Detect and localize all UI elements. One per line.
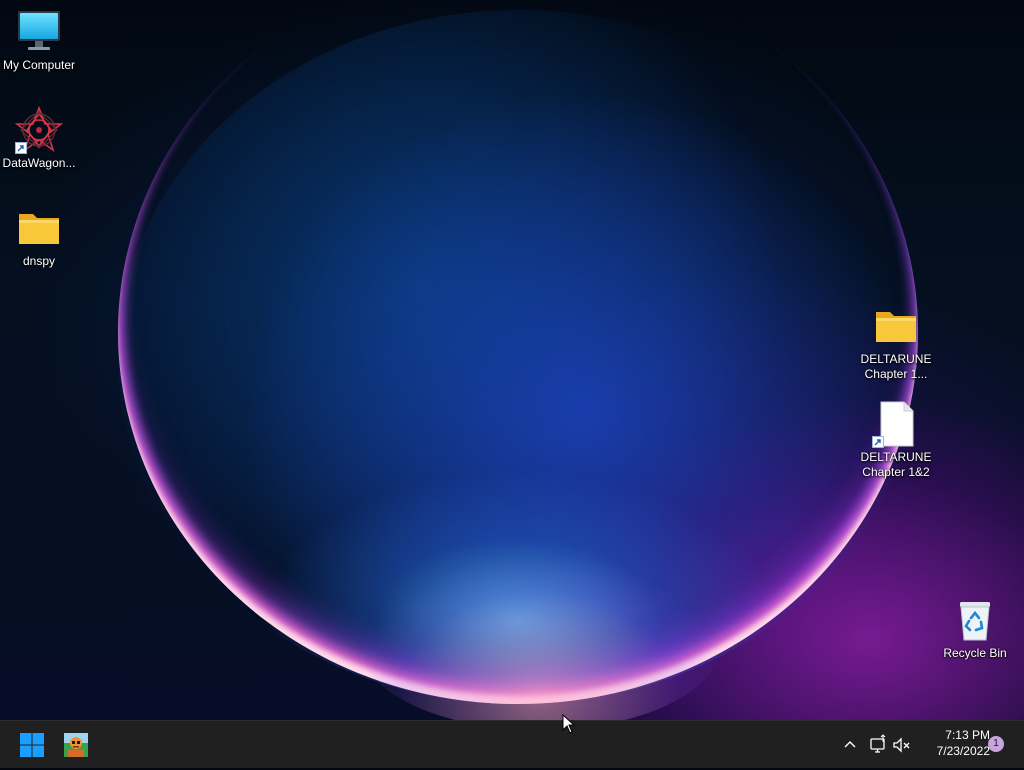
- monitor-icon: [15, 8, 63, 56]
- shortcut-arrow-icon: [15, 142, 27, 154]
- orange-character-app-icon: [64, 733, 88, 757]
- desktop-icon-my-computer[interactable]: My Computer: [0, 8, 78, 73]
- folder-icon: [872, 302, 920, 350]
- desktop-icon-label: DELTARUNE Chapter 1&2: [860, 450, 932, 479]
- network-icon[interactable]: [866, 733, 890, 757]
- desktop-icon-label: DELTARUNE Chapter 1...: [860, 352, 932, 381]
- pinned-app-button[interactable]: [56, 725, 96, 765]
- taskbar: 7:13 PM 7/23/2022: [0, 720, 1024, 768]
- recycle-bin-icon: [951, 596, 999, 644]
- taskbar-clock[interactable]: 7:13 PM 7/23/2022: [916, 727, 990, 759]
- clock-date: 7/23/2022: [936, 744, 990, 758]
- mouse-cursor-icon: [562, 713, 576, 734]
- notification-badge[interactable]: 1: [988, 736, 1004, 752]
- desktop-icon-recycle-bin[interactable]: Recycle Bin: [936, 596, 1014, 661]
- datawagon-app-icon: [14, 105, 64, 154]
- desktop-icon-datawagon[interactable]: DataWagon...: [0, 105, 78, 171]
- blank-file-icon: [872, 400, 920, 448]
- show-hidden-icons-chevron[interactable]: [838, 733, 862, 757]
- desktop-icon-deltarune-chapter-shortcut[interactable]: DELTARUNE Chapter 1&2: [857, 400, 935, 480]
- start-button[interactable]: [12, 725, 52, 765]
- desktop-icon-dnspy[interactable]: dnspy: [0, 204, 78, 269]
- desktop-icon-label: DataWagon...: [2, 156, 76, 170]
- clock-time: 7:13 PM: [945, 728, 990, 742]
- windows-start-icon: [20, 733, 44, 757]
- desktop-icon-label: dnspy: [22, 254, 56, 268]
- desktop-icon-label: My Computer: [2, 58, 76, 72]
- desktop-icon-deltarune-chapter-folder[interactable]: DELTARUNE Chapter 1...: [857, 302, 935, 382]
- desktop-icon-label: Recycle Bin: [943, 646, 1007, 660]
- volume-muted-icon[interactable]: [890, 733, 914, 757]
- folder-icon: [15, 204, 63, 252]
- wallpaper-bloom-glow: [360, 560, 720, 720]
- shortcut-arrow-icon: [872, 436, 884, 448]
